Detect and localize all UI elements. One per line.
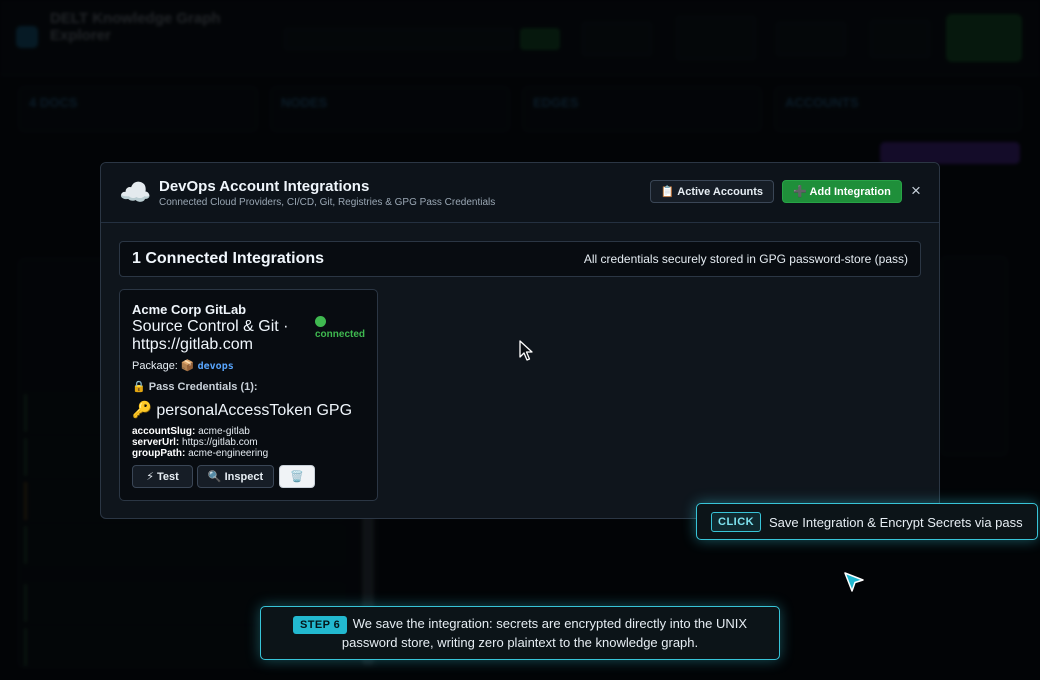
- credentials-label: 🔒 Pass Credentials (1):: [132, 381, 258, 393]
- integration-card: Acme Corp GitLab Source Control & Git · …: [119, 289, 378, 501]
- status-dot-icon: [315, 316, 326, 327]
- integrations-count: 1 Connected Integrations: [132, 250, 325, 267]
- modal-header: ☁️ DevOps Account Integrations Connected…: [101, 163, 939, 223]
- test-button[interactable]: ⚡ Test: [132, 465, 193, 488]
- cloud-icon: ☁️: [119, 177, 152, 207]
- meta-row: accountSlug: acme-gitlab: [132, 426, 250, 437]
- mouse-pointer-icon: [519, 340, 533, 361]
- click-target-cursor-icon: [844, 572, 864, 592]
- callout-text: Save Integration & Encrypt Secrets via p…: [769, 515, 1023, 530]
- package-name: devops: [197, 361, 234, 372]
- meta-row: groupPath: acme-engineering: [132, 448, 269, 459]
- credential-item: 🔑 personalAccessToken GPG: [132, 402, 353, 419]
- delete-button[interactable]: 🗑️: [279, 465, 315, 488]
- integration-type: Source Control & Git · https://gitlab.co…: [132, 318, 289, 353]
- step-text: We save the integration: secrets are enc…: [341, 616, 748, 650]
- add-integration-button[interactable]: ➕ Add Integration: [782, 180, 902, 203]
- integrations-summary: 1 Connected Integrations All credentials…: [119, 241, 921, 277]
- inspect-button[interactable]: 🔍 Inspect: [197, 465, 274, 488]
- integration-meta: accountSlug: acme-gitlab serverUrl: http…: [132, 426, 268, 459]
- security-note: All credentials securely stored in GPG p…: [583, 252, 908, 266]
- meta-row: serverUrl: https://gitlab.com: [132, 437, 258, 448]
- active-accounts-button[interactable]: 📋 Active Accounts: [650, 180, 774, 203]
- status-text: connected: [315, 329, 366, 340]
- package-label: Package: 📦: [132, 360, 195, 372]
- modal-subtitle: Connected Cloud Providers, CI/CD, Git, R…: [159, 197, 496, 208]
- step-caption: STEP 6 We save the integration: secrets …: [260, 606, 780, 660]
- callout-tag: CLICK: [711, 512, 762, 532]
- step-tag: STEP 6: [292, 616, 348, 634]
- close-icon[interactable]: ×: [907, 180, 925, 202]
- integration-name: Acme Corp GitLab: [132, 302, 247, 317]
- status-badge: connected: [315, 316, 365, 340]
- click-callout: CLICK Save Integration & Encrypt Secrets…: [696, 503, 1038, 540]
- package-info: Package: 📦 devops: [132, 359, 234, 372]
- modal-title: DevOps Account Integrations: [159, 178, 370, 195]
